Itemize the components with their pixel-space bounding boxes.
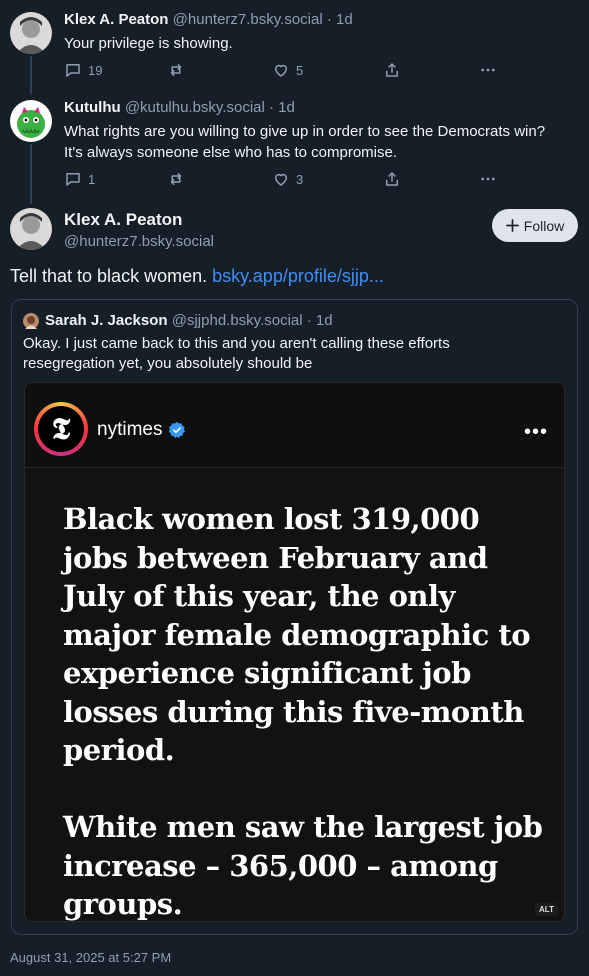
thread-line [30, 144, 32, 204]
person-bw-avatar-icon [10, 208, 52, 250]
avatar[interactable] [10, 100, 52, 142]
embedded-image[interactable]: 𝕿 nytimes ••• Black women lost 319,000 j… [24, 382, 565, 922]
more-options-button[interactable] [479, 168, 497, 190]
author-handle[interactable]: @hunterz7.bsky.social [173, 11, 323, 28]
reply-count: 19 [88, 62, 103, 78]
share-button[interactable] [383, 168, 401, 190]
repost-icon [170, 173, 182, 185]
share-icon [386, 172, 398, 186]
reply-button[interactable]: 1 [64, 168, 95, 190]
heart-icon [275, 64, 287, 77]
plus-icon [505, 219, 519, 232]
verified-badge-icon [169, 421, 186, 439]
embed-header: 𝕿 nytimes ••• [25, 383, 564, 468]
reply-header: Klex A. Peaton @hunterz7.bsky.social · 1… [64, 10, 353, 30]
embed-text: Black women lost 319,000 jobs between Fe… [63, 500, 553, 921]
green-monster-avatar-icon [10, 100, 52, 142]
embed-paragraph-2: White men saw the largest job increase –… [63, 810, 543, 921]
ellipsis-icon [481, 68, 495, 72]
nytimes-logo-inner: 𝕿 [38, 406, 84, 452]
author-name[interactable]: Kutulhu [64, 99, 121, 116]
like-count: 3 [296, 171, 304, 187]
avatar[interactable] [10, 208, 52, 250]
post-time[interactable]: · 1d [269, 99, 295, 116]
thread-line [30, 56, 32, 94]
quote-header: Sarah J. Jackson @sjjphd.bsky.social · 1… [23, 311, 333, 331]
comment-icon [66, 173, 80, 186]
main-post-body: Tell that to black women. [10, 266, 208, 286]
post-timestamp: August 31, 2025 at 5:27 PM [10, 950, 172, 965]
like-count: 5 [296, 62, 304, 78]
share-icon [386, 63, 398, 77]
embed-account-name: nytimes [97, 419, 163, 440]
embed-account: nytimes [97, 419, 186, 441]
reply-button[interactable]: 19 [64, 59, 102, 81]
follow-button[interactable]: Follow [492, 209, 578, 242]
author-handle[interactable]: @kutulhu.bsky.social [125, 99, 265, 116]
ellipsis-icon [481, 177, 495, 181]
main-author-name[interactable]: Klex A. Peaton [64, 210, 182, 230]
quote-avatar-icon [23, 313, 39, 329]
repost-button[interactable] [167, 168, 185, 190]
embed-more-icon: ••• [523, 421, 548, 443]
quote-author-handle[interactable]: @sjjphd.bsky.social [172, 312, 303, 329]
like-button[interactable]: 3 [272, 168, 303, 190]
quote-text: Okay. I just came back to this and you a… [23, 335, 450, 372]
main-post-text: Tell that to black women. bsky.app/profi… [10, 264, 384, 288]
reply-count: 1 [88, 171, 96, 187]
author-name[interactable]: Klex A. Peaton [64, 11, 168, 28]
share-button[interactable] [383, 59, 401, 81]
comment-icon [66, 64, 80, 77]
nytimes-logo-letter: 𝕿 [51, 411, 71, 447]
like-button[interactable]: 5 [272, 59, 303, 81]
follow-label: Follow [523, 217, 565, 234]
nytimes-logo: 𝕿 [34, 402, 88, 456]
person-bw-avatar-icon [10, 12, 52, 54]
post-link[interactable]: bsky.app/profile/sjjp... [212, 266, 384, 286]
main-author-handle[interactable]: @hunterz7.bsky.social [64, 232, 214, 252]
alt-text-badge[interactable]: ALT [535, 903, 558, 916]
embed-paragraph-1: Black women lost 319,000 jobs between Fe… [63, 502, 531, 767]
reply-header: Kutulhu @kutulhu.bsky.social · 1d [64, 98, 295, 118]
quote-author-name[interactable]: Sarah J. Jackson [45, 312, 168, 329]
repost-button[interactable] [167, 59, 185, 81]
reply-text: What rights are you willing to give up i… [64, 123, 546, 161]
post-time[interactable]: · 1d [327, 11, 353, 28]
quoted-post[interactable]: Sarah J. Jackson @sjjphd.bsky.social · 1… [11, 299, 578, 935]
repost-icon [170, 64, 182, 76]
reply-text: Your privilege is showing. [64, 35, 233, 52]
more-options-button[interactable] [479, 59, 497, 81]
quote-time[interactable]: · 1d [307, 312, 333, 329]
heart-icon [275, 173, 287, 186]
avatar[interactable] [10, 12, 52, 54]
